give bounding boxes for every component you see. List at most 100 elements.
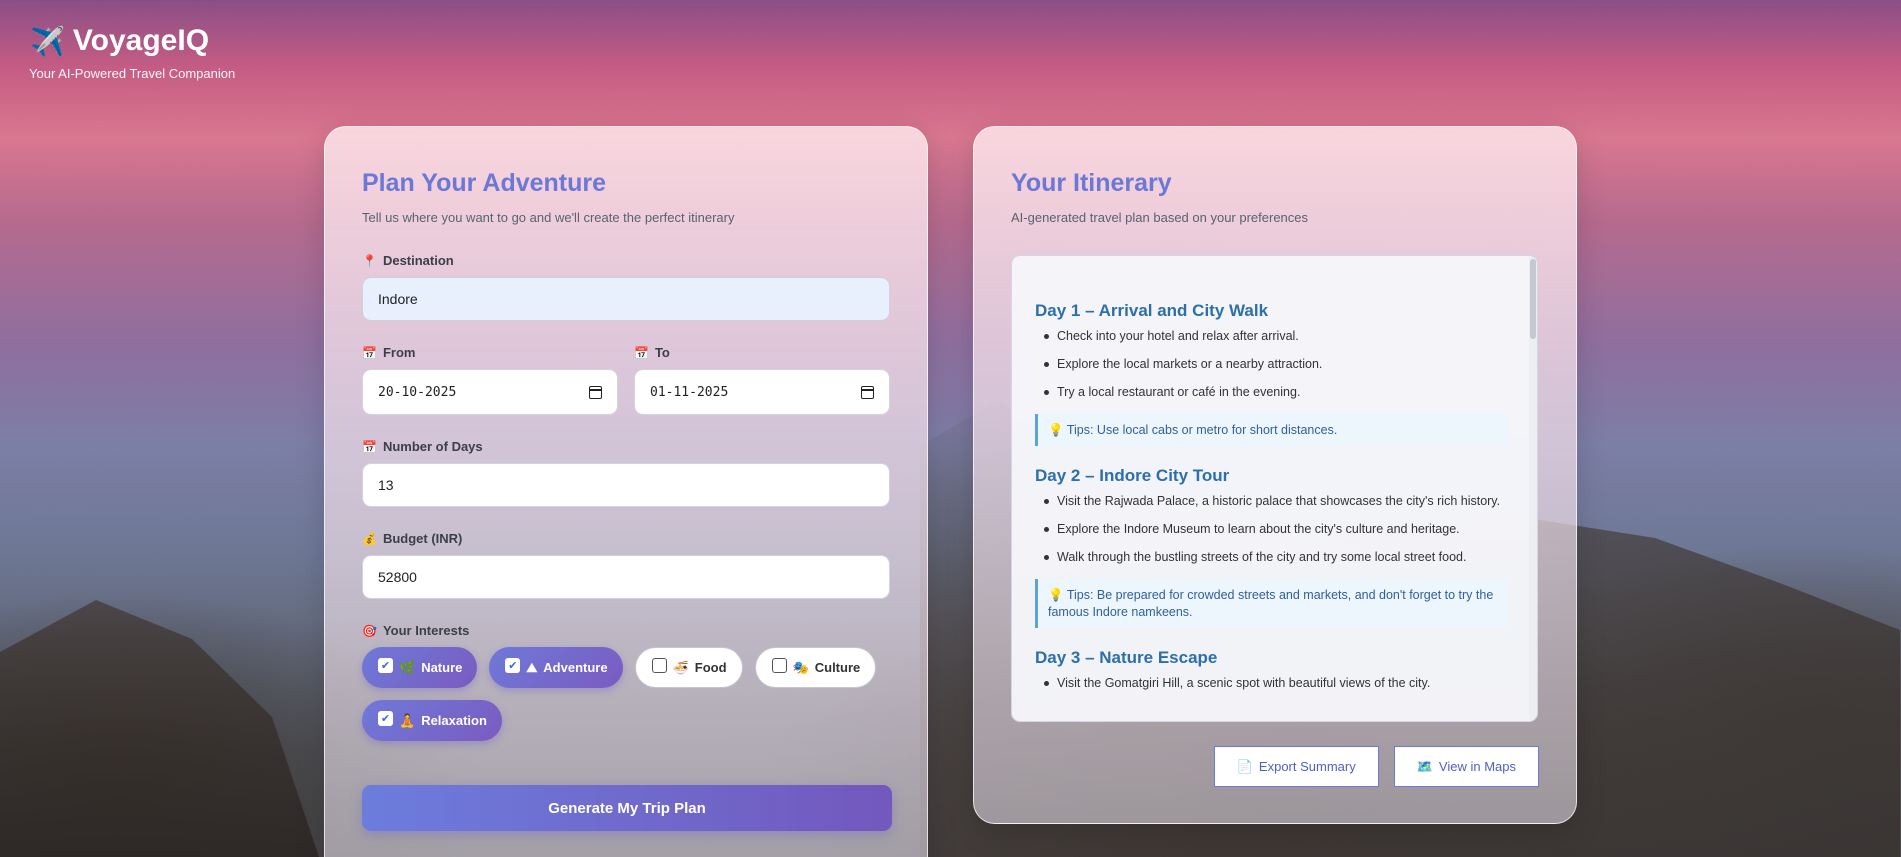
activity-item: Visit the Gomatgiri Hill, a scenic spot … [1044,676,1509,691]
itinerary-scroll-area: Day 1 – Arrival and City Walk Check into… [1012,256,1537,691]
tip-text: Tips: Use local cabs or metro for short … [1066,423,1338,437]
calendar-picker-icon[interactable] [589,385,602,399]
days-group: 📅 Number of Days 13 [362,439,890,507]
lightbulb-icon: 💡 [1048,423,1064,437]
interests-group: 🎯 Your Interests ✔ 🌿 Nature ✔ ⛰ Adventur… [362,623,890,741]
calendar-icon: 📅 [634,345,649,360]
interests-label: 🎯 Your Interests [362,623,890,638]
to-label: 📅 To [634,345,890,360]
interest-chip-food[interactable]: 🍜 Food [634,647,743,688]
airplane-icon: ✈️ [30,25,65,57]
export-summary-button[interactable]: 📄 Export Summary [1213,746,1379,787]
generate-trip-button[interactable]: Generate My Trip Plan [362,785,892,831]
background-cliff-left [0,600,320,857]
interests-list: ✔ 🌿 Nature ✔ ⛰ Adventure 🍜 Food 🎭 Cultur… [362,647,882,741]
from-date-value: 20-10-2025 [378,384,457,400]
destination-label-text: Destination [382,253,454,268]
interest-chip-relaxation[interactable]: ✔ 🧘 Relaxation [362,700,502,741]
day-title: Day 3 – Nature Escape [1035,647,1218,667]
interest-label: Nature [421,660,463,675]
interest-chip-culture[interactable]: 🎭 Culture [754,647,877,688]
calendar-picker-icon[interactable] [861,385,874,399]
planner-panel: Plan Your Adventure Tell us where you wa… [324,126,928,857]
day-activities: Visit the Rajwada Palace, a historic pal… [1035,494,1509,565]
day-section: Day 1 – Arrival and City Walk Check into… [1035,301,1509,447]
view-in-maps-button[interactable]: 🗺️ View in Maps [1393,746,1539,787]
itinerary-panel: Your Itinerary AI-generated travel plan … [973,126,1577,824]
day-section: Day 3 – Nature Escape Visit the Gomatgir… [1035,648,1509,691]
days-label: 📅 Number of Days [362,439,890,454]
interest-chip-adventure[interactable]: ✔ ⛰ Adventure [489,647,623,688]
day-activities: Visit the Gomatgiri Hill, a scenic spot … [1035,676,1509,691]
activity-item: Check into your hotel and relax after ar… [1044,329,1509,344]
planner-subtitle: Tell us where you want to go and we'll c… [362,210,735,225]
leaf-icon: 🌿 [399,659,416,675]
budget-label: 💰 Budget (INR) [362,531,890,546]
bowl-icon: 🍜 [672,659,689,675]
date-row: 📅 From 20-10-2025 📅 To 01-11-2025 [362,345,890,415]
checkbox-checked-icon[interactable]: ✔ [378,658,393,673]
interest-label: Culture [814,660,861,675]
mountain-icon: ⛰ [526,659,538,675]
budget-input[interactable]: 52800 [362,555,890,599]
lightbulb-icon: 💡 [1048,588,1064,603]
from-label: 📅 From [362,345,618,360]
interest-label: Food [694,660,727,675]
calendar-icon: 📅 [362,439,377,454]
interest-chip-nature[interactable]: ✔ 🌿 Nature [362,647,478,688]
to-label-text: To [654,345,670,360]
destination-input[interactable]: Indore [362,277,890,321]
tip-box: 💡 Tips: Be prepared for crowded streets … [1035,579,1509,628]
document-icon: 📄 [1236,758,1253,774]
itinerary-content[interactable]: Day 1 – Arrival and City Walk Check into… [1011,255,1538,722]
pin-icon: 📍 [362,253,377,268]
tip-text: Tips: Be prepared for crowded streets an… [1048,588,1494,619]
itinerary-title: Your Itinerary [1011,169,1172,197]
brand-subtitle: Your AI-Powered Travel Companion [29,66,236,81]
from-date-input[interactable]: 20-10-2025 [362,369,618,415]
itinerary-scrollbar[interactable] [1529,256,1537,721]
budget-group: 💰 Budget (INR) 52800 [362,531,890,599]
destination-group: 📍 Destination Indore [362,253,890,321]
itinerary-subtitle: AI-generated travel plan based on your p… [1011,210,1309,225]
from-label-text: From [382,345,416,360]
days-input[interactable]: 13 [362,463,890,507]
activity-item: Explore the local markets or a nearby at… [1044,357,1509,372]
scrollbar-thumb[interactable] [1530,259,1536,339]
destination-label: 📍 Destination [362,253,890,268]
interest-label: Adventure [543,660,608,675]
days-label-text: Number of Days [382,439,483,454]
meditation-icon: 🧘 [399,712,416,728]
to-date-value: 01-11-2025 [650,384,729,400]
day-title: Day 2 – Indore City Tour [1035,466,1230,486]
day-activities: Check into your hotel and relax after ar… [1035,329,1509,400]
day-title: Day 1 – Arrival and City Walk [1035,301,1269,320]
view-in-maps-label: View in Maps [1438,759,1516,774]
brand-title: ✈️ VoyageIQ [30,24,235,58]
budget-label-text: Budget (INR) [382,531,463,546]
target-icon: 🎯 [362,623,377,638]
activity-item: Explore the Indore Museum to learn about… [1044,522,1509,537]
brand: ✈️ VoyageIQ Your AI-Powered Travel Compa… [29,24,236,81]
checkbox-checked-icon[interactable]: ✔ [505,658,521,673]
day-section: Day 2 – Indore City Tour Visit the Rajwa… [1035,466,1509,628]
activity-item: Walk through the bustling streets of the… [1044,550,1509,565]
activity-item: Try a local restaurant or café in the ev… [1044,385,1509,400]
checkbox-unchecked-icon[interactable] [771,658,787,673]
money-bag-icon: 💰 [362,531,377,546]
to-date-input[interactable]: 01-11-2025 [634,369,890,415]
interest-label: Relaxation [421,713,487,728]
checkbox-unchecked-icon[interactable] [651,658,667,673]
from-group: 📅 From 20-10-2025 [362,345,618,415]
checkbox-checked-icon[interactable]: ✔ [378,711,393,726]
to-group: 📅 To 01-11-2025 [634,345,890,415]
itinerary-actions: 📄 Export Summary 🗺️ View in Maps [1213,746,1539,787]
tip-box: 💡 Tips: Use local cabs or metro for shor… [1035,414,1509,447]
masks-icon: 🎭 [792,659,809,675]
interests-label-text: Your Interests [382,623,470,638]
calendar-icon: 📅 [362,345,377,360]
export-summary-label: Export Summary [1258,759,1356,774]
planner-title: Plan Your Adventure [362,169,607,197]
activity-item: Visit the Rajwada Palace, a historic pal… [1044,494,1509,509]
brand-name: VoyageIQ [72,24,210,57]
